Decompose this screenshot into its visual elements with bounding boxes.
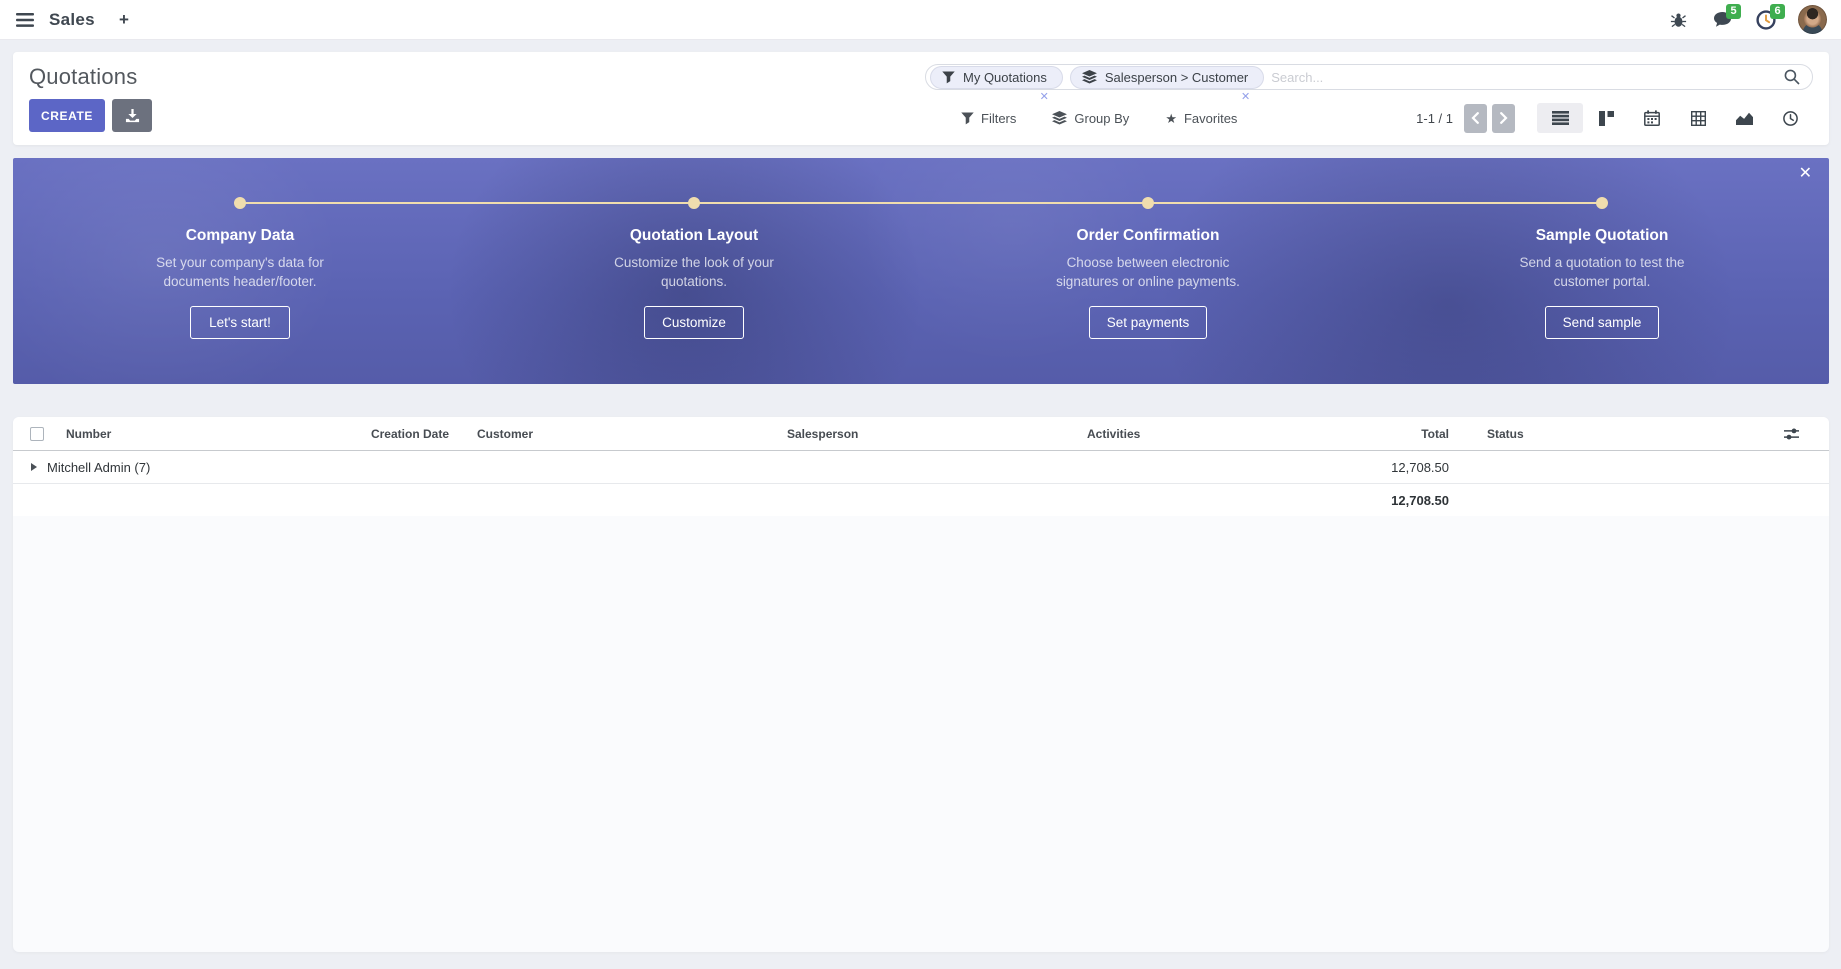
quotations-list: Number Creation Date Customer Salesperso… [13,417,1829,952]
list-view-button[interactable] [1537,103,1583,133]
lets-start-button[interactable]: Let's start! [190,306,290,339]
user-avatar[interactable] [1798,5,1827,34]
step-dot [1142,197,1154,209]
page-title: Quotations [29,64,152,90]
set-payments-button[interactable]: Set payments [1089,306,1208,339]
column-header-activities[interactable]: Activities [1073,427,1303,441]
filter-icon [942,71,955,84]
send-sample-button[interactable]: Send sample [1545,306,1660,339]
filters-menu[interactable]: Filters [961,111,1016,126]
step-description: Set your company's data for documents he… [148,254,333,292]
search-facet-my-quotations[interactable]: My Quotations ✕ [930,66,1063,89]
list-header-row: Number Creation Date Customer Salesperso… [13,417,1829,451]
activities-clock-icon[interactable]: 6 [1748,4,1784,36]
facet-label: Salesperson > Customer [1105,70,1248,85]
step-description: Customize the look of your quotations. [602,254,787,292]
pager-previous-button[interactable] [1464,104,1487,133]
group-expand-caret-icon[interactable] [31,463,37,471]
activity-view-button[interactable] [1767,103,1813,133]
optional-columns-icon[interactable] [1783,427,1800,440]
apps-menu-icon[interactable] [16,13,34,27]
filters-label: Filters [981,111,1016,126]
banner-close-icon[interactable]: ✕ [1799,166,1812,182]
filter-icon [961,112,974,125]
onboarding-step-quotation-layout: Quotation Layout Customize the look of y… [467,158,921,384]
select-all-checkbox[interactable] [30,427,44,441]
search-icon[interactable] [1784,69,1800,85]
onboarding-banner: Company Data Set your company's data for… [13,158,1829,384]
group-row-mitchell-admin[interactable]: Mitchell Admin (7) 12,708.50 [13,451,1829,484]
layers-icon [1052,111,1067,125]
groupby-menu[interactable]: Group By [1052,111,1129,126]
top-navbar: Sales + 5 6 [0,0,1841,40]
onboarding-step-sample-quotation: Sample Quotation Send a quotation to tes… [1375,158,1829,384]
create-button[interactable]: CREATE [29,99,105,132]
plus-icon[interactable]: + [119,10,129,30]
onboarding-step-company-data: Company Data Set your company's data for… [13,158,467,384]
view-switcher [1537,103,1813,133]
layers-icon [1082,70,1097,84]
graph-view-button[interactable] [1721,103,1767,133]
step-title: Quotation Layout [467,227,921,245]
list-footer-row: 12,708.50 [13,484,1829,516]
column-header-number[interactable]: Number [53,427,348,441]
step-title: Company Data [13,227,467,245]
favorites-label: Favorites [1184,111,1237,126]
column-header-creation-date[interactable]: Creation Date [348,427,463,441]
activities-count-badge: 6 [1770,4,1785,19]
messages-icon[interactable]: 5 [1704,4,1740,36]
group-total: 12,708.50 [1303,460,1463,475]
step-title: Sample Quotation [1375,227,1829,245]
step-dot [234,197,246,209]
search-input[interactable] [1271,70,1784,85]
column-header-status[interactable]: Status [1463,427,1713,441]
facet-remove-icon[interactable]: ✕ [1241,92,1250,103]
control-panel: Quotations CREATE My Quotations ✕ [13,52,1829,145]
search-bar[interactable]: My Quotations ✕ Salesperson > Customer ✕ [925,64,1813,90]
pager-next-button[interactable] [1492,104,1515,133]
debug-bug-icon[interactable] [1660,4,1696,36]
search-facet-groupby[interactable]: Salesperson > Customer ✕ [1070,66,1264,89]
messages-count-badge: 5 [1726,4,1741,19]
favorites-menu[interactable]: ★ Favorites [1165,111,1237,126]
facet-label: My Quotations [963,70,1047,85]
star-icon: ★ [1165,112,1177,125]
step-dot [1596,197,1608,209]
column-header-salesperson[interactable]: Salesperson [773,427,1073,441]
step-description: Send a quotation to test the customer po… [1510,254,1695,292]
step-description: Choose between electronic signatures or … [1056,254,1241,292]
onboarding-step-order-confirmation: Order Confirmation Choose between electr… [921,158,1375,384]
footer-total: 12,708.50 [1303,493,1463,508]
group-label: Mitchell Admin (7) [47,460,150,475]
kanban-view-button[interactable] [1583,103,1629,133]
step-title: Order Confirmation [921,227,1375,245]
pager-text: 1-1 / 1 [1416,111,1453,126]
download-icon [125,108,140,123]
facet-remove-icon[interactable]: ✕ [1040,92,1049,103]
customize-button[interactable]: Customize [644,306,744,339]
column-header-customer[interactable]: Customer [463,427,773,441]
calendar-view-button[interactable] [1629,103,1675,133]
step-dot [688,197,700,209]
export-button[interactable] [112,99,152,132]
pivot-view-button[interactable] [1675,103,1721,133]
column-header-total[interactable]: Total [1303,427,1463,441]
groupby-label: Group By [1074,111,1129,126]
app-name[interactable]: Sales [49,10,95,30]
